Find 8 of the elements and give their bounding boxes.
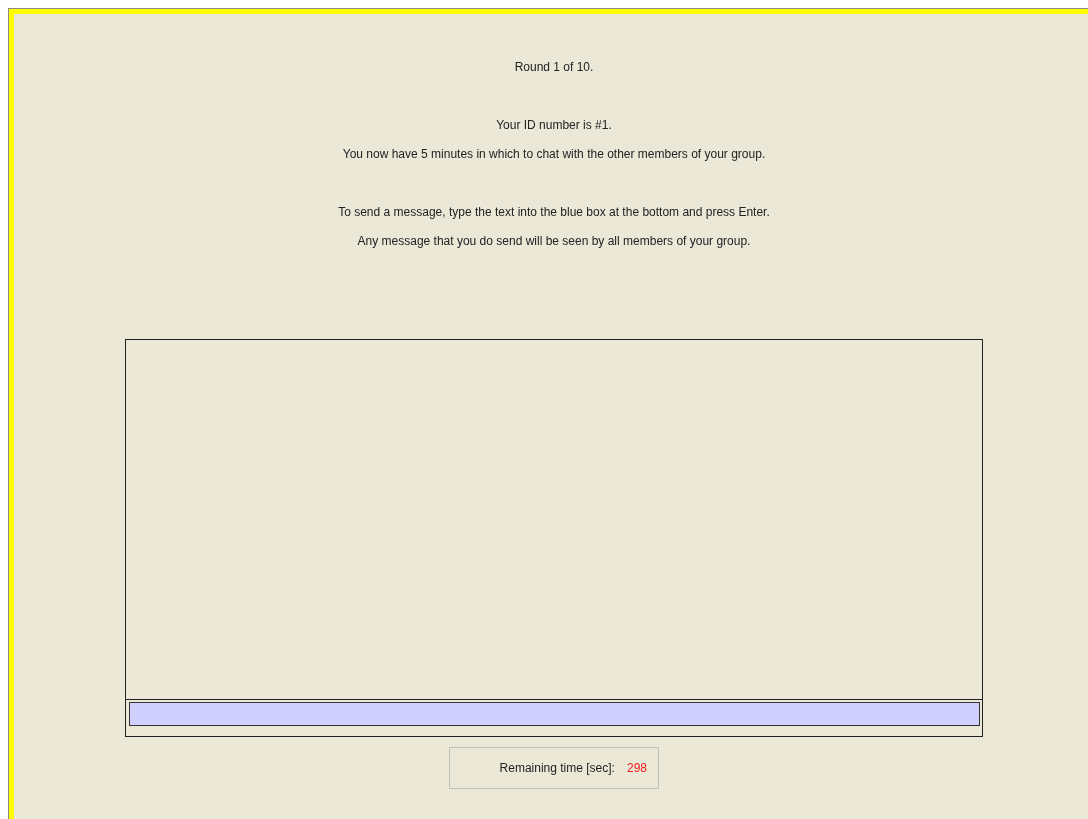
instruction-text: Round 1 of 10.	[514, 60, 594, 74]
instruction-text: Your ID number is #1.	[496, 118, 612, 132]
timer-value: 298	[626, 761, 647, 775]
instruction-text: Any message that you do send will be seen by all members of your group.	[357, 234, 751, 248]
message-input[interactable]	[129, 702, 980, 726]
instruction-text: You now have 5 minutes in which to chat with the other members of your group.	[342, 147, 766, 161]
timer-label: Remaining time [sec]:	[499, 761, 615, 775]
instruction-text: To send a message, type the text into the blue box at the bottom and press Enter.	[338, 205, 770, 219]
